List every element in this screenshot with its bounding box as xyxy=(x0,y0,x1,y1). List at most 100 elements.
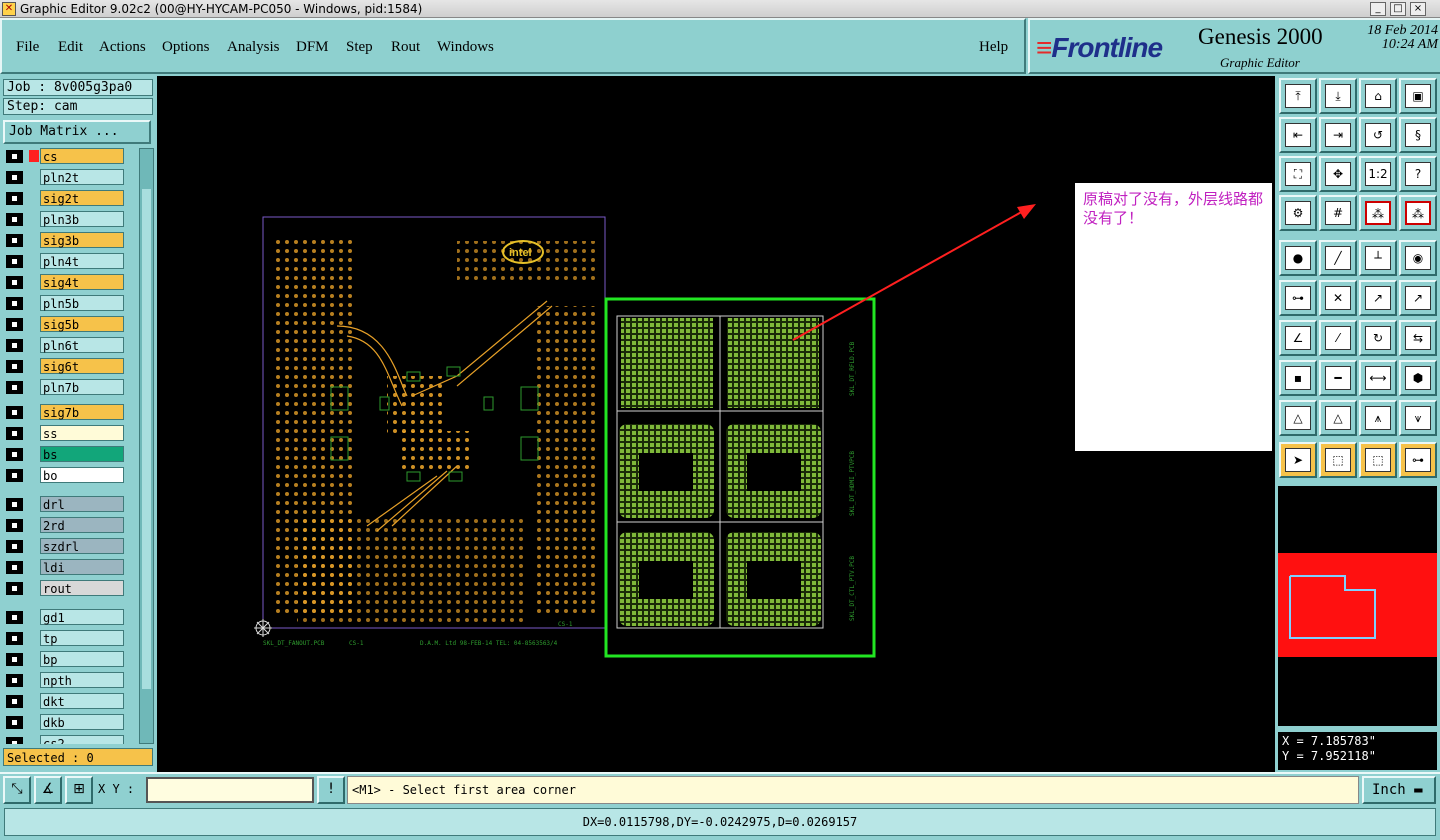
layer-checkbox[interactable] xyxy=(6,519,23,532)
layer-row[interactable]: rout xyxy=(3,580,138,596)
layer-row[interactable]: sig7b xyxy=(3,404,138,420)
layer-row[interactable]: dkb xyxy=(3,714,138,730)
tool-connect-button[interactable]: ⊶ xyxy=(1279,280,1317,316)
tool-tri2-button[interactable]: △ xyxy=(1319,400,1357,436)
tool-pan-right-button[interactable]: ⇥ xyxy=(1319,117,1357,153)
layer-row[interactable]: bs xyxy=(3,446,138,462)
layer-row[interactable]: 2rd xyxy=(3,517,138,533)
tool-tri4-button[interactable]: ⩛ xyxy=(1399,400,1437,436)
layer-row[interactable]: pln3b xyxy=(3,211,138,227)
tool-flip-button[interactable]: ⇆ xyxy=(1399,320,1437,356)
layer-checkbox[interactable] xyxy=(6,498,23,511)
layer-row[interactable]: szdrl xyxy=(3,538,138,554)
layer-row[interactable]: ldi xyxy=(3,559,138,575)
layer-checkbox[interactable] xyxy=(6,255,23,268)
menu-windows[interactable]: Windows xyxy=(437,39,494,56)
layer-row[interactable]: bo xyxy=(3,467,138,483)
tool-netlist2-button[interactable]: ⁂ xyxy=(1399,195,1437,231)
menu-step[interactable]: Step xyxy=(346,39,373,56)
tool-select-area-button[interactable]: ⬚ xyxy=(1359,442,1397,478)
layer-checkbox[interactable] xyxy=(6,653,23,666)
tool-arc-button[interactable]: ↻ xyxy=(1359,320,1397,356)
layer-checkbox[interactable] xyxy=(6,695,23,708)
layer-row[interactable]: dkt xyxy=(3,693,138,709)
layer-row[interactable]: pln5b xyxy=(3,295,138,311)
layer-checkbox[interactable] xyxy=(6,716,23,729)
tool-copy-button[interactable]: ↗ xyxy=(1399,280,1437,316)
layer-checkbox[interactable] xyxy=(6,674,23,687)
tool-cross-button[interactable]: ✕ xyxy=(1319,280,1357,316)
tool-load-button[interactable]: ⤒ xyxy=(1279,78,1317,114)
layer-row[interactable]: bp xyxy=(3,651,138,667)
layer-checkbox[interactable] xyxy=(6,448,23,461)
graphic-canvas[interactable]: intel SKL_DT_FANOUT.PCB CS-1 D.A.M. Ltd … xyxy=(157,76,1275,772)
layer-checkbox[interactable] xyxy=(6,339,23,352)
layer-row[interactable]: sig5b xyxy=(3,316,138,332)
tool-select-net-button[interactable]: ⊶ xyxy=(1399,442,1437,478)
layer-checkbox[interactable] xyxy=(6,561,23,574)
angle-snap-button[interactable]: ∡ xyxy=(34,776,62,804)
layer-checkbox[interactable] xyxy=(6,381,23,394)
menu-help[interactable]: Help xyxy=(979,39,1008,56)
layer-checkbox[interactable] xyxy=(6,318,23,331)
tool-segment-button[interactable]: ━ xyxy=(1319,360,1357,396)
tool-angle-button[interactable]: ∠ xyxy=(1279,320,1317,356)
layer-checkbox[interactable] xyxy=(6,171,23,184)
menu-file[interactable]: File xyxy=(16,39,39,56)
layer-row[interactable]: gd1 xyxy=(3,609,138,625)
units-select[interactable]: Inch ▬ xyxy=(1362,776,1436,804)
layer-checkbox[interactable] xyxy=(6,582,23,595)
layer-row[interactable]: drl xyxy=(3,496,138,512)
tool-ruler-button[interactable]: ┴ xyxy=(1359,240,1397,276)
tool-line-button[interactable]: ╱ xyxy=(1319,240,1357,276)
menu-actions[interactable]: Actions xyxy=(99,39,146,56)
layer-row[interactable]: sig3b xyxy=(3,232,138,248)
tool-shape-button[interactable]: ⬢ xyxy=(1399,360,1437,396)
layer-row[interactable]: npth xyxy=(3,672,138,688)
tool-window-button[interactable]: ▣ xyxy=(1399,78,1437,114)
layer-checkbox[interactable] xyxy=(6,632,23,645)
close-button[interactable]: × xyxy=(1410,2,1426,16)
layer-checkbox[interactable] xyxy=(6,540,23,553)
menu-rout[interactable]: Rout xyxy=(391,39,420,56)
layer-row[interactable]: cs xyxy=(3,148,138,164)
menu-dfm[interactable]: DFM xyxy=(296,39,329,56)
layer-scrollbar[interactable] xyxy=(139,148,154,744)
layer-checkbox[interactable] xyxy=(6,297,23,310)
tool-settings-button[interactable]: ⚙ xyxy=(1279,195,1317,231)
maximize-button[interactable]: □ xyxy=(1390,2,1406,16)
layer-row[interactable]: ss xyxy=(3,425,138,441)
tool-select-pad-button[interactable]: ▪ xyxy=(1279,360,1317,396)
xy-input[interactable] xyxy=(146,777,314,803)
tool-slash-button[interactable]: ⁄ xyxy=(1319,320,1357,356)
minimize-button[interactable]: _ xyxy=(1370,2,1386,16)
tool-tri3-button[interactable]: ⩚ xyxy=(1359,400,1397,436)
menu-edit[interactable]: Edit xyxy=(58,39,83,56)
tool-home-button[interactable]: ⌂ xyxy=(1359,78,1397,114)
tool-pad-button[interactable]: ● xyxy=(1279,240,1317,276)
layer-checkbox[interactable] xyxy=(6,360,23,373)
job-matrix-button[interactable]: Job Matrix ... xyxy=(3,120,151,144)
layer-checkbox[interactable] xyxy=(6,213,23,226)
tool-move-button[interactable]: ↗ xyxy=(1359,280,1397,316)
layer-row[interactable]: sig2t xyxy=(3,190,138,206)
grid-snap-button[interactable]: ⊞ xyxy=(65,776,93,804)
menu-options[interactable]: Options xyxy=(162,39,210,56)
menu-analysis[interactable]: Analysis xyxy=(227,39,280,56)
layer-row[interactable]: sig6t xyxy=(3,358,138,374)
tool-help-button[interactable]: ? xyxy=(1399,156,1437,192)
layer-row[interactable]: pln7b xyxy=(3,379,138,395)
tool-undo-button[interactable]: ↺ xyxy=(1359,117,1397,153)
tool-zoom-fit-button[interactable]: ⛶ xyxy=(1279,156,1317,192)
minimap[interactable] xyxy=(1278,486,1437,726)
tool-pointer-button[interactable]: ➤ xyxy=(1279,442,1317,478)
tool-tri1-button[interactable]: △ xyxy=(1279,400,1317,436)
layer-checkbox[interactable] xyxy=(6,737,23,744)
layer-checkbox[interactable] xyxy=(6,427,23,440)
layer-row[interactable]: pln2t xyxy=(3,169,138,185)
tool-scale-button[interactable]: 1:2 xyxy=(1359,156,1397,192)
snap-button[interactable]: ⤡ xyxy=(3,776,31,804)
layer-row[interactable]: pln6t xyxy=(3,337,138,353)
layer-checkbox[interactable] xyxy=(6,234,23,247)
layer-row[interactable]: pln4t xyxy=(3,253,138,269)
